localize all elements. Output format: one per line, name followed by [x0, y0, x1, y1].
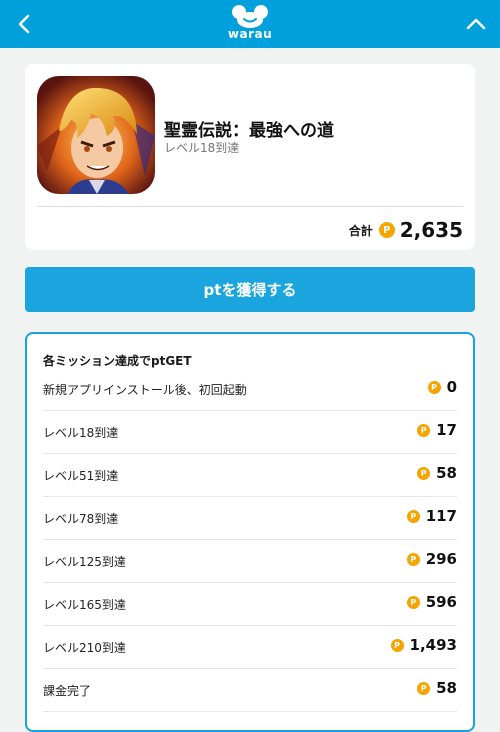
total-label: 合計: [348, 223, 373, 238]
point-icon: P: [406, 552, 420, 566]
point-icon: P: [417, 466, 431, 480]
app-icon-image: [37, 76, 155, 194]
mission-value: 58: [436, 679, 457, 697]
mission-label: レベル18到達: [43, 426, 119, 440]
missions-title: 各ミッション達成でptGET: [43, 354, 192, 368]
total-value: 2,635: [399, 218, 463, 242]
mission-points: P 58: [417, 679, 457, 697]
mission-points: P 1,493: [390, 636, 457, 654]
mission-label: レベル78到達: [43, 512, 119, 526]
mission-value: 58: [436, 464, 457, 482]
mission-value: 1,493: [409, 636, 457, 654]
mission-row: レベル51到達 P 58: [43, 454, 457, 497]
mission-row: レベル125到達 P 296: [43, 540, 457, 583]
missions-panel: 各ミッション達成でptGET 新規アプリインストール後、初回起動 P 0 レベル…: [25, 332, 475, 732]
mission-label: レベル125到達: [43, 555, 126, 569]
total-points: 合計 P 2,635: [349, 217, 463, 243]
app-subtitle: レベル18到達: [164, 141, 240, 155]
point-icon: P: [390, 638, 404, 652]
mission-row: 新規アプリインストール後、初回起動 P 0: [43, 368, 457, 411]
mission-row: レベル18到達 P 17: [43, 411, 457, 454]
app-card: 聖霊伝説：最強への道 レベル18到達 合計 P 2,635: [25, 64, 475, 250]
mission-label: レベル51到達: [43, 469, 119, 483]
logo-mark-icon: [232, 5, 268, 28]
card-divider: [37, 206, 463, 207]
mission-value: 17: [436, 421, 457, 439]
back-button[interactable]: [10, 10, 38, 38]
point-icon: P: [406, 509, 420, 523]
mission-label: レベル165到達: [43, 598, 126, 612]
mission-label: 課金完了: [43, 684, 92, 698]
point-icon: P: [427, 380, 441, 394]
mission-row: 課金完了 P 58: [43, 669, 457, 712]
mission-points: P 117: [406, 507, 457, 525]
chevron-up-icon: [466, 18, 486, 30]
mission-points: P 0: [427, 378, 457, 396]
mission-row: レベル210到達 P 1,493: [43, 626, 457, 669]
collapse-button[interactable]: [462, 10, 490, 38]
top-header: warau: [0, 0, 500, 48]
mission-value: 117: [425, 507, 457, 525]
chevron-left-icon: [18, 14, 30, 34]
app-title: 聖霊伝説：最強への道: [164, 121, 334, 141]
logo-text: warau: [227, 27, 273, 41]
mission-points: P 596: [406, 593, 457, 611]
get-points-button[interactable]: ptを獲得する: [25, 267, 475, 312]
mission-points: P 296: [406, 550, 457, 568]
point-icon: P: [406, 595, 420, 609]
point-icon: P: [417, 681, 431, 695]
mission-value: 296: [425, 550, 457, 568]
mission-value: 596: [425, 593, 457, 611]
warau-logo[interactable]: warau: [221, 4, 279, 44]
mission-value: 0: [446, 378, 457, 396]
mission-row: レベル165到達 P 596: [43, 583, 457, 626]
mission-row: レベル78到達 P 117: [43, 497, 457, 540]
mission-label: レベル210到達: [43, 641, 126, 655]
mission-points: P 17: [417, 421, 457, 439]
mission-points: P 58: [417, 464, 457, 482]
mission-label: 新規アプリインストール後、初回起動: [43, 383, 247, 397]
point-icon: P: [378, 222, 395, 238]
point-icon: P: [417, 423, 431, 437]
